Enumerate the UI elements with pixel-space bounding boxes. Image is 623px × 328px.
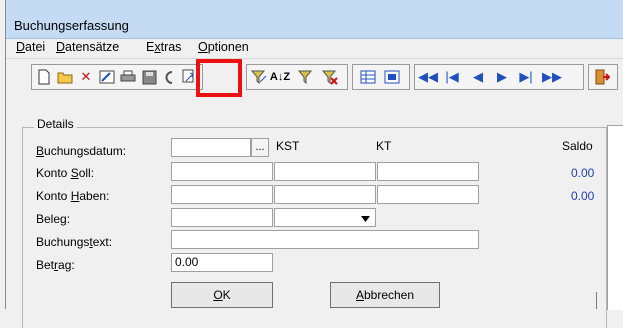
beleg-label: Beleg: <box>36 212 71 226</box>
details-title: Details <box>34 117 77 131</box>
toolbar-group-nav: ◀◀ |◀ ◀ ▶ ▶| ▶▶ <box>414 64 584 90</box>
konto-haben-label: Konto Haben: <box>36 189 110 203</box>
toolbar-group-view <box>352 64 410 90</box>
buchungstext-label: Buchungstext: <box>36 235 113 249</box>
save-icon[interactable] <box>140 68 158 86</box>
konto-haben-kst-input[interactable] <box>274 185 376 204</box>
filter-edit-icon[interactable] <box>250 68 268 86</box>
konto-soll-label: Konto Soll: <box>36 166 95 180</box>
konto-haben-kt-input[interactable] <box>377 185 479 204</box>
new-icon[interactable] <box>35 68 53 86</box>
right-list-panel[interactable] <box>607 125 623 310</box>
chevron-down-icon[interactable] <box>357 210 374 227</box>
prev-icon[interactable]: ◀ <box>469 68 487 86</box>
toolbar-group-filter: A↓Z <box>246 64 348 90</box>
buchungsdatum-input[interactable] <box>171 138 251 157</box>
saldo-haben-value: 0.00 <box>571 189 595 203</box>
booking-window: Buchungserfassung Datei Datensätze Extra… <box>0 0 623 328</box>
title-bar[interactable]: Buchungserfassung <box>6 0 623 39</box>
delete-icon[interactable]: ✕ <box>77 68 95 86</box>
next-icon[interactable]: ▶ <box>493 68 511 86</box>
open-icon[interactable] <box>56 68 74 86</box>
konto-soll-kt-input[interactable] <box>377 162 479 181</box>
filter-icon[interactable] <box>297 68 315 86</box>
betrag-label: Betrag: <box>36 258 75 272</box>
buchungsdatum-label: Buchungsdatum: <box>36 144 127 158</box>
last-record-icon[interactable]: ▶▶ <box>542 68 562 86</box>
beleg-input[interactable] <box>171 208 273 227</box>
beleg-dropdown[interactable] <box>274 208 376 227</box>
print-icon[interactable] <box>119 68 137 86</box>
window-title: Buchungserfassung <box>14 18 129 33</box>
next-page-icon[interactable]: ▶| <box>517 68 535 86</box>
saldo-soll-value: 0.00 <box>571 166 595 180</box>
menu-datei[interactable]: Datei <box>16 40 45 54</box>
prev-page-icon[interactable]: |◀ <box>443 68 461 86</box>
sort-icon[interactable]: A↓Z <box>270 68 290 86</box>
refresh-icon[interactable] <box>161 68 179 86</box>
divider <box>596 292 597 309</box>
highlight-box <box>196 59 242 97</box>
konto-soll-kst-input[interactable] <box>274 162 376 181</box>
first-record-icon[interactable]: ◀◀ <box>418 68 438 86</box>
konto-haben-input[interactable] <box>171 185 273 204</box>
filter-remove-icon[interactable] <box>321 68 339 86</box>
form-view-icon[interactable] <box>383 68 401 86</box>
edit-icon[interactable] <box>98 68 116 86</box>
menu-optionen[interactable]: Optionen <box>198 40 249 54</box>
menu-bar: Datei Datensätze Extras Optionen <box>6 39 623 57</box>
grid-view-icon[interactable] <box>359 68 377 86</box>
buchungstext-input[interactable] <box>171 230 479 249</box>
toolbar: ✕ A↓Z ◀◀ |◀ ◀ ▶ ▶| ▶▶ <box>6 58 623 91</box>
column-saldo: Saldo <box>562 139 593 153</box>
menu-datensaetze[interactable]: Datensätze <box>56 40 119 54</box>
column-kst: KST <box>276 139 300 153</box>
date-picker-button[interactable]: ... <box>251 138 269 157</box>
betrag-input[interactable]: 0.00 <box>171 253 273 272</box>
konto-soll-input[interactable] <box>171 162 273 181</box>
toolbar-group-exit <box>588 64 618 90</box>
toolbar-group-edit: ✕ <box>31 64 203 90</box>
exit-icon[interactable] <box>593 68 611 86</box>
column-kt: KT <box>376 139 392 153</box>
ok-button[interactable]: OK <box>171 282 273 308</box>
abbrechen-button[interactable]: Abbrechen <box>330 282 440 308</box>
menu-extras[interactable]: Extras <box>146 40 181 54</box>
